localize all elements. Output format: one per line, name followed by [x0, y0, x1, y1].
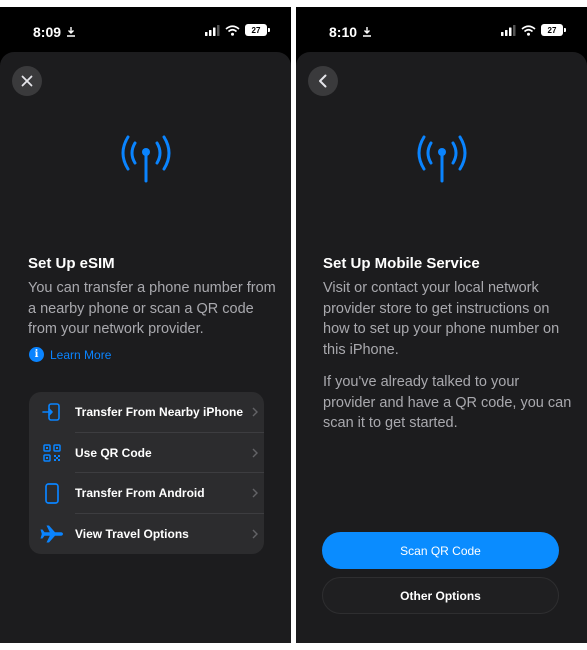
phone-outline-icon	[29, 482, 75, 504]
cellular-signal-icon	[501, 24, 516, 36]
download-sync-icon	[363, 27, 372, 37]
qr-code-icon	[29, 444, 75, 462]
page-title: Set Up Mobile Service	[323, 255, 480, 272]
option-label: View Travel Options	[75, 526, 189, 541]
option-label: Transfer From Nearby iPhone	[75, 405, 244, 420]
info-icon: i	[29, 347, 44, 362]
mobile-service-sheet: Set Up Mobile Service Visit or contact y…	[296, 52, 587, 643]
airplane-icon	[29, 525, 75, 543]
option-view-travel-options[interactable]: View Travel Options	[29, 514, 264, 555]
antenna-signal-icon	[121, 135, 170, 183]
status-indicators: 27	[501, 24, 566, 36]
learn-more-link[interactable]: i Learn More	[29, 347, 111, 362]
phone-screen-esim-setup: 8:09 27 Set Up eSIM You can transfer a p…	[0, 7, 291, 643]
battery-icon: 27	[541, 24, 566, 36]
chevron-right-icon	[246, 448, 264, 458]
transfer-options-list: Transfer From Nearby iPhone Use QR Code …	[29, 392, 264, 554]
chevron-right-icon	[246, 488, 264, 498]
wifi-icon	[225, 24, 240, 36]
battery-icon: 27	[245, 24, 270, 36]
learn-more-label: Learn More	[50, 347, 112, 362]
page-title: Set Up eSIM	[28, 255, 115, 272]
status-time: 8:10	[329, 24, 373, 40]
download-sync-icon	[67, 27, 76, 37]
back-button[interactable]	[308, 66, 338, 96]
close-icon	[21, 75, 33, 87]
option-label: Transfer From Android	[75, 486, 205, 501]
description-text: Visit or contact your local network prov…	[323, 280, 560, 358]
status-indicators: 27	[205, 24, 270, 36]
close-button[interactable]	[12, 66, 42, 96]
option-transfer-from-android[interactable]: Transfer From Android	[29, 473, 264, 514]
option-label: Use QR Code	[75, 445, 152, 460]
status-time: 8:09	[33, 24, 77, 40]
chevron-right-icon	[246, 407, 264, 417]
other-options-button[interactable]: Other Options	[322, 577, 559, 614]
status-time-text: 8:10	[329, 24, 358, 40]
scan-qr-code-button[interactable]: Scan QR Code	[322, 532, 559, 569]
option-use-qr-code[interactable]: Use QR Code	[29, 433, 264, 473]
status-time-text: 8:09	[33, 24, 62, 40]
antenna-signal-icon	[417, 135, 466, 183]
qr-code-hint-text: If you've already talked to your provide…	[323, 374, 572, 431]
chevron-left-icon	[319, 74, 327, 88]
status-bar: 8:09 27	[0, 7, 291, 53]
option-transfer-from-nearby-iphone[interactable]: Transfer From Nearby iPhone	[29, 392, 264, 433]
battery-level: 27	[251, 25, 261, 35]
wifi-icon	[521, 24, 536, 36]
battery-level: 27	[547, 25, 557, 35]
status-bar: 8:10 27	[296, 7, 587, 53]
description-text: You can transfer a phone number from a n…	[28, 280, 276, 337]
transfer-phone-icon	[29, 402, 75, 422]
phone-screen-mobile-service: 8:10 27 Set Up Mobile Service Visit or c…	[296, 7, 587, 643]
cellular-signal-icon	[205, 24, 220, 36]
esim-sheet: Set Up eSIM You can transfer a phone num…	[0, 52, 291, 643]
chevron-right-icon	[246, 529, 264, 539]
